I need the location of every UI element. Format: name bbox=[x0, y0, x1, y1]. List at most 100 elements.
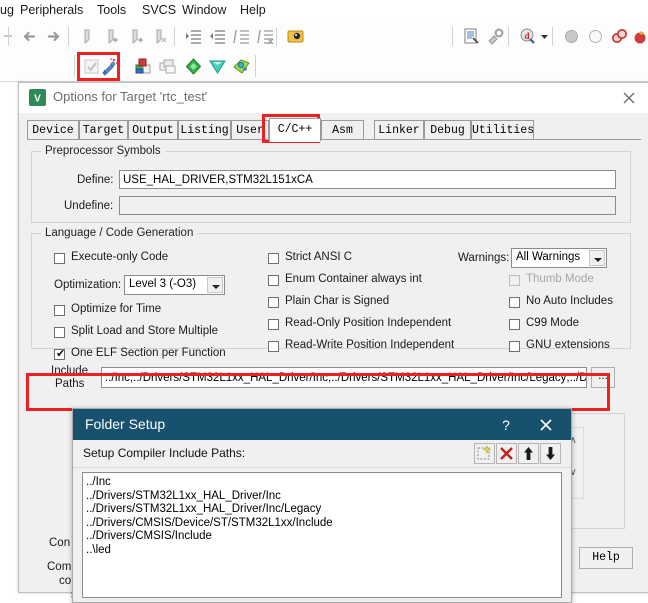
chevron-down-icon[interactable] bbox=[540, 27, 549, 46]
forward-arrow-icon[interactable] bbox=[44, 27, 63, 46]
undefine-input[interactable] bbox=[119, 196, 616, 215]
list-item[interactable]: ..\led bbox=[86, 544, 111, 556]
options-for-target-icon[interactable] bbox=[100, 57, 119, 76]
tab-linker[interactable]: Linker bbox=[374, 120, 424, 139]
sphere-grey-icon[interactable] bbox=[562, 27, 581, 46]
bookmark-toggle-icon[interactable] bbox=[80, 27, 99, 46]
menu-item-window[interactable]: Window bbox=[182, 3, 226, 17]
build-target-icon[interactable] bbox=[134, 57, 153, 76]
toolbar-separator bbox=[68, 27, 69, 46]
help-button[interactable]: Help bbox=[579, 547, 633, 569]
checkbox-box[interactable] bbox=[268, 253, 279, 264]
optimization-dropdown[interactable]: Level 3 (-O3) bbox=[124, 275, 225, 295]
new-path-button[interactable] bbox=[474, 443, 495, 464]
dialog-title-text: Options for Target 'rtc_test' bbox=[53, 89, 208, 104]
undo-icon[interactable] bbox=[0, 27, 19, 46]
tab-device[interactable]: Device bbox=[27, 120, 79, 139]
checkbox-box[interactable] bbox=[268, 297, 279, 308]
include-paths-label-line1: Include bbox=[51, 365, 89, 377]
circle-outline-icon[interactable] bbox=[586, 27, 605, 46]
warnings-dropdown[interactable]: All Warnings bbox=[511, 248, 607, 268]
folder-setup-help-button[interactable]: ? bbox=[493, 414, 519, 436]
rebuild-all-icon[interactable] bbox=[158, 57, 177, 76]
include-paths-input[interactable]: ../Inc;../Drivers/STM32L1xx_HAL_Driver/I… bbox=[101, 367, 587, 388]
list-item[interactable]: ../Drivers/STM32L1xx_HAL_Driver/Inc/Lega… bbox=[86, 503, 321, 515]
tab-debug[interactable]: Debug bbox=[424, 120, 471, 139]
indent-decrease-icon[interactable] bbox=[208, 27, 227, 46]
list-item[interactable]: ../Drivers/STM32L1xx_HAL_Driver/Inc bbox=[86, 490, 281, 502]
checkbox-box[interactable] bbox=[509, 319, 520, 330]
tab-utilities[interactable]: Utilities bbox=[471, 120, 534, 139]
optimization-dropdown-arrow[interactable] bbox=[207, 277, 223, 293]
toolbar-separator bbox=[508, 27, 509, 46]
move-up-button[interactable] bbox=[518, 443, 539, 464]
uncomment-lines-icon[interactable] bbox=[256, 27, 275, 46]
configure-icon[interactable] bbox=[486, 27, 505, 46]
function-browse-icon[interactable] bbox=[286, 27, 305, 46]
debug-query-icon[interactable]: d bbox=[518, 27, 537, 46]
checkbox-label: Execute-only Code bbox=[71, 251, 169, 263]
tab-asm[interactable]: Asm bbox=[321, 120, 364, 139]
folder-setup-dialog: Folder Setup ? Setup Compiler Include Pa… bbox=[72, 408, 572, 603]
folder-setup-toolbar: Setup Compiler Include Paths: bbox=[73, 440, 571, 468]
batch-build-icon[interactable] bbox=[184, 57, 203, 76]
bookmark-next-icon[interactable] bbox=[128, 27, 147, 46]
tab-c-c[interactable]: C/C++ bbox=[269, 118, 321, 142]
include-paths-label-line2: Paths bbox=[55, 378, 85, 390]
checkbox-box[interactable] bbox=[268, 341, 279, 352]
checkbox-label: Thumb Mode bbox=[526, 273, 594, 285]
toolbar-separator bbox=[255, 55, 256, 77]
list-item[interactable]: ../Drivers/CMSIS/Include bbox=[86, 530, 212, 542]
tab-output[interactable]: Output bbox=[128, 120, 178, 139]
checkbox-box[interactable] bbox=[509, 341, 520, 352]
checkbox-box[interactable] bbox=[509, 297, 520, 308]
menu-item-peripherals[interactable]: Peripherals bbox=[20, 3, 83, 17]
manage-project-icon[interactable] bbox=[232, 57, 251, 76]
checkbox-box[interactable] bbox=[268, 275, 279, 286]
define-input[interactable]: USE_HAL_DRIVER,STM32L151xCA bbox=[119, 170, 616, 189]
include-paths-browse-button[interactable]: ... bbox=[591, 367, 615, 388]
undefine-label: Undefine: bbox=[64, 200, 114, 212]
obscured-label: Con bbox=[49, 537, 71, 549]
bookmark-clear-icon[interactable] bbox=[152, 27, 171, 46]
list-item[interactable]: ../Inc bbox=[86, 476, 111, 488]
tab-strip: Device Target Output Listing User C/C++ Asm Lin… bbox=[27, 118, 641, 142]
tab-user[interactable]: User bbox=[231, 120, 269, 139]
checkbox-box[interactable] bbox=[54, 253, 65, 264]
warnings-value: All Warnings bbox=[516, 251, 581, 263]
warnings-dropdown-arrow[interactable] bbox=[589, 250, 605, 266]
folder-setup-close-button[interactable] bbox=[531, 414, 561, 436]
download-icon[interactable] bbox=[208, 57, 227, 76]
checkbox-box[interactable] bbox=[54, 305, 65, 316]
insert-file-icon[interactable] bbox=[462, 27, 481, 46]
berry-icon[interactable] bbox=[632, 27, 648, 46]
move-down-button[interactable] bbox=[540, 443, 561, 464]
checkbox-box[interactable] bbox=[268, 319, 279, 330]
include-paths-list[interactable]: ../Inc ../Drivers/STM32L1xx_HAL_Driver/In… bbox=[82, 472, 562, 598]
checkbox-label: Optimize for Time bbox=[71, 303, 162, 315]
translate-file-icon[interactable] bbox=[82, 57, 101, 76]
menu-item-svcs[interactable]: SVCS bbox=[142, 3, 176, 17]
indent-increase-icon[interactable] bbox=[184, 27, 203, 46]
checkbox-label: GNU extensions bbox=[526, 339, 610, 351]
back-arrow-icon[interactable] bbox=[20, 27, 39, 46]
delete-path-button[interactable] bbox=[496, 443, 517, 464]
comment-lines-icon[interactable] bbox=[232, 27, 251, 46]
bookmark-prev-icon[interactable] bbox=[104, 27, 123, 46]
tab-target[interactable]: Target bbox=[79, 120, 128, 139]
checkbox-label: Read-Write Position Independent bbox=[285, 339, 455, 351]
checkbox-box[interactable]: ✔ bbox=[54, 349, 65, 360]
menu-item-ug[interactable]: ug bbox=[0, 3, 14, 17]
checkbox-label: Plain Char is Signed bbox=[285, 295, 390, 307]
chain-red-icon[interactable] bbox=[610, 27, 629, 46]
checkbox-label: One ELF Section per Function bbox=[71, 347, 226, 359]
menu-item-tools[interactable]: Tools bbox=[97, 3, 126, 17]
list-item[interactable]: ../Drivers/CMSIS/Device/ST/STM32L1xx/Inc… bbox=[86, 517, 333, 529]
menu-item-help[interactable]: Help bbox=[240, 3, 266, 17]
tab-listing[interactable]: Listing bbox=[178, 120, 231, 139]
dialog-title-bar: V Options for Target 'rtc_test' bbox=[19, 83, 648, 113]
dialog-close-button[interactable] bbox=[615, 87, 643, 109]
toolbar-separator bbox=[552, 27, 553, 46]
checkbox-box[interactable] bbox=[54, 327, 65, 338]
svg-text:d: d bbox=[524, 31, 529, 41]
